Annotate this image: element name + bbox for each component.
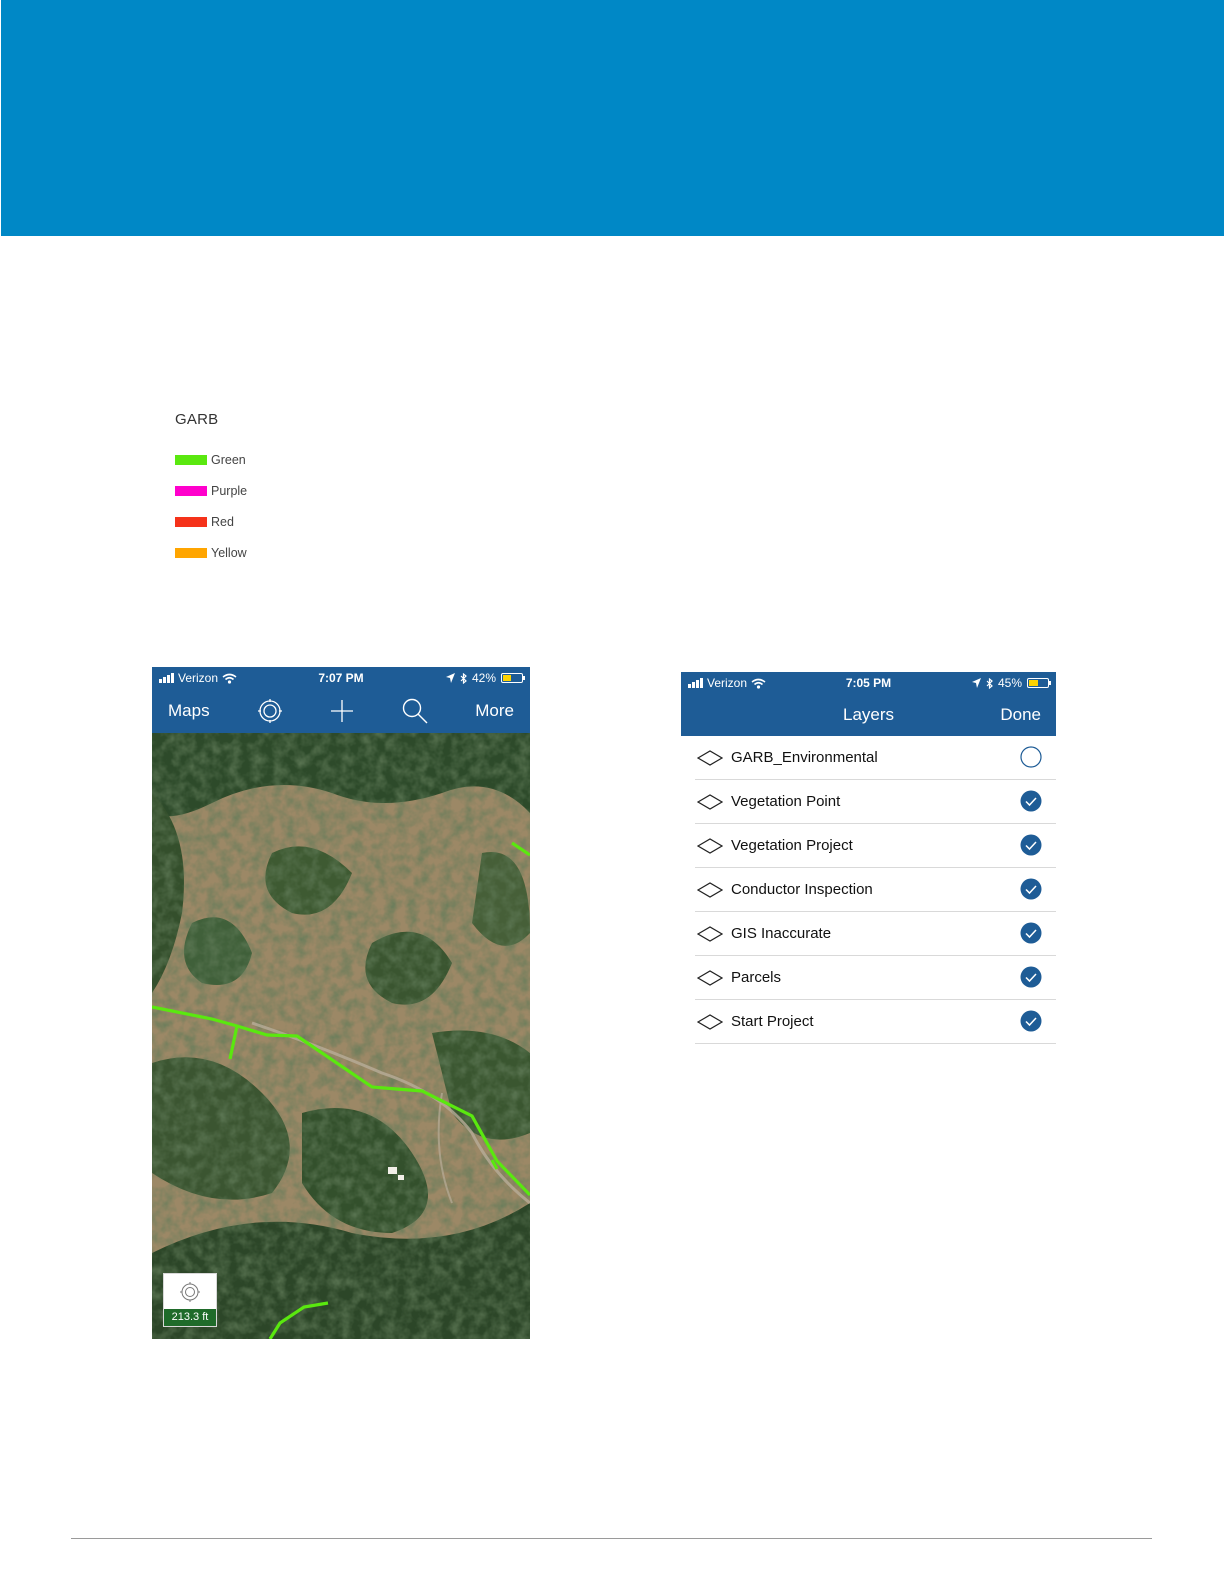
layer-icon (697, 1013, 723, 1030)
done-button[interactable]: Done (1000, 694, 1041, 736)
status-bar: Verizon 7:05 PM 45% (681, 672, 1056, 694)
layer-row-gis-inaccurate[interactable]: GIS Inaccurate (695, 912, 1056, 956)
legend-item-purple: Purple (175, 475, 247, 506)
layers-screenshot: Verizon 7:05 PM 45% Layers Done GARB_Env… (681, 672, 1056, 1046)
bluetooth-icon (460, 672, 467, 684)
maps-button[interactable]: Maps (168, 701, 210, 721)
map-legend: GARB Green Purple Red Yellow (175, 411, 247, 568)
signal-icon (159, 673, 174, 683)
scale-widget[interactable]: 213.3 ft (163, 1273, 217, 1327)
carrier-label: Verizon (178, 671, 219, 685)
layer-row-parcels[interactable]: Parcels (695, 956, 1056, 1000)
layer-name: Conductor Inspection (731, 881, 873, 898)
layers-navbar: Verizon 7:05 PM 45% Layers Done (681, 672, 1056, 736)
footer-divider (71, 1538, 1152, 1539)
layer-icon (697, 793, 723, 810)
carrier-label: Verizon (707, 676, 748, 690)
layer-row-garb-environmental[interactable]: GARB_Environmental (695, 736, 1056, 780)
wifi-icon (751, 678, 766, 689)
layer-icon (697, 969, 723, 986)
layer-icon (697, 749, 723, 766)
checkmark-icon[interactable] (1020, 966, 1042, 988)
layer-name: GIS Inaccurate (731, 925, 832, 942)
legend-label: Green (211, 452, 246, 467)
layer-name: Start Project (731, 1013, 814, 1030)
layer-name: Parcels (731, 969, 782, 986)
bluetooth-icon (986, 677, 993, 689)
battery-icon (1027, 678, 1051, 688)
legend-label: Purple (211, 483, 248, 498)
status-bar: Verizon 7:07 PM 42% (152, 667, 530, 689)
legend-swatch (175, 547, 207, 558)
signal-icon (688, 678, 703, 688)
checkmark-icon[interactable] (1020, 834, 1042, 856)
legend-label: Red (211, 514, 234, 529)
legend-swatch (175, 454, 207, 465)
layer-name: Vegetation Point (731, 793, 841, 810)
layer-icon (697, 837, 723, 854)
layer-icon (697, 925, 723, 942)
layers-list: GARB_Environmental Vegetation Point Vege… (681, 736, 1056, 1044)
checkmark-icon[interactable] (1020, 878, 1042, 900)
location-arrow-icon (445, 673, 455, 683)
battery-icon (501, 673, 525, 683)
layer-name: Vegetation Project (731, 837, 853, 854)
search-icon[interactable] (402, 698, 428, 724)
layer-icon (697, 881, 723, 898)
unchecked-circle-icon[interactable] (1020, 746, 1042, 768)
layer-row-conductor-inspection[interactable]: Conductor Inspection (695, 868, 1056, 912)
scale-label: 213.3 ft (164, 1309, 216, 1326)
wifi-icon (222, 673, 237, 684)
legend-label: Yellow (211, 545, 247, 560)
layer-row-vegetation-point[interactable]: Vegetation Point (695, 780, 1056, 824)
checkmark-icon[interactable] (1020, 790, 1042, 812)
map-navbar: Verizon 7:07 PM 42% Maps More (152, 667, 530, 733)
map-screenshot: Verizon 7:07 PM 42% Maps More 213.3 ft (152, 667, 530, 1339)
location-arrow-icon (971, 678, 981, 688)
checkmark-icon[interactable] (1020, 922, 1042, 944)
legend-item-red: Red (175, 506, 247, 537)
checkmark-icon[interactable] (1020, 1010, 1042, 1032)
header-banner (1, 0, 1224, 236)
locate-icon[interactable] (257, 698, 283, 724)
satellite-map[interactable]: 213.3 ft (152, 733, 530, 1339)
legend-swatch (175, 485, 207, 496)
satellite-imagery (152, 733, 530, 1339)
crosshair-icon (180, 1282, 200, 1302)
layer-row-start-project[interactable]: Start Project (695, 1000, 1056, 1044)
layer-name: GARB_Environmental (731, 749, 878, 766)
battery-percent: 42% (471, 671, 496, 685)
layer-row-vegetation-project[interactable]: Vegetation Project (695, 824, 1056, 868)
legend-item-yellow: Yellow (175, 537, 247, 568)
add-icon[interactable] (329, 698, 355, 724)
battery-percent: 45% (997, 676, 1022, 690)
legend-swatch (175, 516, 207, 527)
more-button[interactable]: More (475, 701, 514, 721)
legend-item-green: Green (175, 444, 247, 475)
legend-title: GARB (175, 411, 219, 428)
